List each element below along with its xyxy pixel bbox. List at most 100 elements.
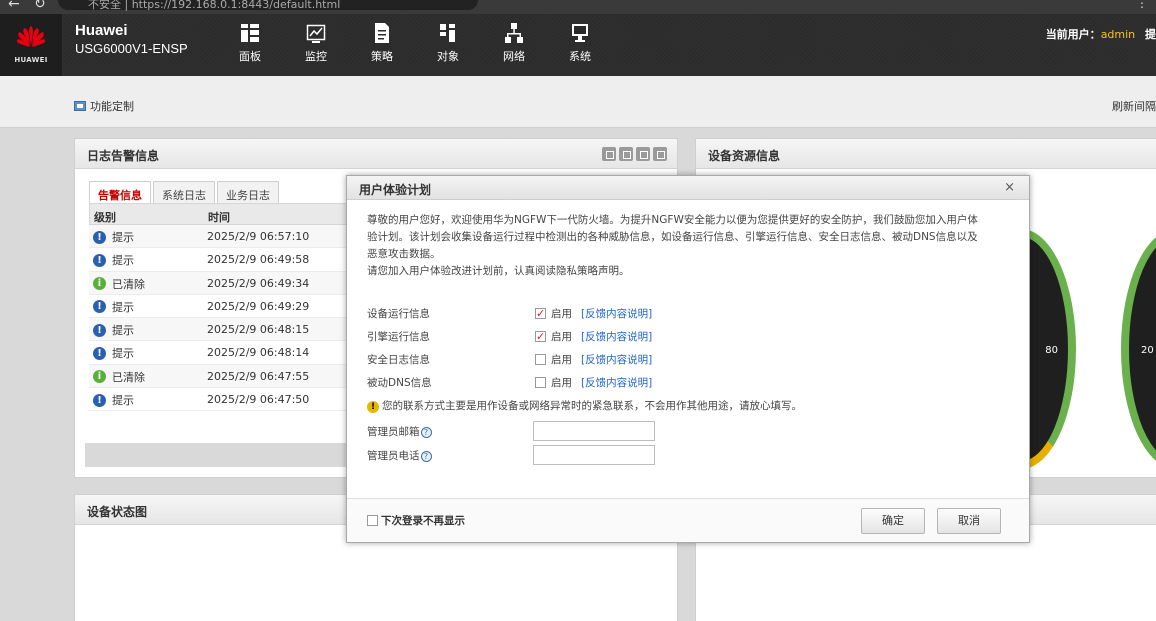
dashboard-icon bbox=[241, 24, 259, 42]
level-cell: ! 提示 bbox=[93, 252, 134, 268]
email-row: 管理员邮箱? bbox=[367, 421, 967, 443]
time-cell: 2025/2/9 06:47:55 bbox=[207, 369, 310, 383]
time-cell: 2025/2/9 06:49:58 bbox=[207, 253, 310, 267]
status-panel-title: 设备状态图 bbox=[87, 505, 148, 519]
time-cell: 2025/2/9 06:57:10 bbox=[207, 230, 310, 243]
level-text: 已清除 bbox=[112, 370, 145, 384]
enable-checkbox[interactable] bbox=[535, 354, 546, 365]
panel-tools bbox=[602, 147, 667, 161]
nav-dashboard[interactable]: 面板 bbox=[230, 22, 270, 64]
phone-label-text: 管理员电话 bbox=[367, 450, 420, 462]
close-icon[interactable]: × bbox=[1004, 180, 1015, 195]
minimize-icon[interactable] bbox=[602, 147, 616, 161]
time-cell: 2025/2/9 06:48:14 bbox=[207, 346, 310, 360]
cancel-button[interactable]: 取消 bbox=[937, 508, 1001, 534]
current-user: 当前用户：admin 提 bbox=[1046, 26, 1156, 42]
refresh-interval-label[interactable]: 刷新间隔 bbox=[1112, 98, 1156, 114]
ok-button[interactable]: 确定 bbox=[861, 508, 925, 534]
gauge-label: 80 bbox=[1045, 345, 1058, 356]
level-cell: ! 提示 bbox=[93, 322, 134, 338]
huawei-logo: HUAWEI bbox=[0, 14, 62, 76]
help-icon[interactable]: ? bbox=[420, 451, 432, 462]
intro-line: 尊敬的用户您好，欢迎使用华为NGFW下一代防火墙。为提升NGFW安全能力以便为您… bbox=[367, 214, 978, 226]
option-label: 被动DNS信息 bbox=[367, 377, 432, 389]
log-panel-title: 日志告警信息 bbox=[87, 149, 160, 163]
intro-line: 验计划。该计划会收集设备运行过程中检测出的各种威胁信息，如设备运行信息、引擎运行… bbox=[367, 231, 978, 243]
dialog-body: 尊敬的用户您好，欢迎使用华为NGFW下一代防火墙。为提升NGFW安全能力以便为您… bbox=[367, 212, 1017, 465]
feedback-details-link[interactable]: [反馈内容说明] bbox=[581, 352, 652, 369]
info-status-icon: ! bbox=[93, 393, 106, 407]
feedback-details-link[interactable]: [反馈内容说明] bbox=[581, 306, 652, 323]
gauge-label: 20 bbox=[1141, 345, 1154, 356]
feedback-option-row: 引擎运行信息 启用 [反馈内容说明] bbox=[367, 327, 967, 347]
browser-menu-icon[interactable]: ⋮ bbox=[1136, 0, 1148, 10]
edit-icon[interactable] bbox=[619, 147, 633, 161]
customize-icon bbox=[74, 101, 86, 111]
option-label: 引擎运行信息 bbox=[367, 331, 430, 343]
enable-label: 启用 bbox=[551, 354, 572, 366]
enable-label: 启用 bbox=[551, 308, 572, 320]
column-time: 时间 bbox=[208, 211, 230, 224]
intro-line: 请您加入用户体验改进计划前，认真阅读隐私策略声明。 bbox=[367, 265, 630, 277]
enable-checkbox[interactable] bbox=[535, 377, 546, 388]
admin-phone-input[interactable] bbox=[533, 445, 655, 465]
option-label: 设备运行信息 bbox=[367, 308, 430, 320]
app-header: HUAWEI Huawei USG6000V1-ENSP 面板 监控 策略 对象… bbox=[0, 14, 1156, 76]
intro-line: 恶意攻击数据。 bbox=[367, 248, 441, 260]
level-text: 提示 bbox=[112, 324, 134, 338]
policy-document-icon bbox=[375, 23, 389, 43]
time-cell: 2025/2/9 06:48:15 bbox=[207, 323, 310, 337]
time-cell: 2025/2/9 06:47:50 bbox=[207, 393, 310, 407]
back-icon[interactable]: ← bbox=[8, 0, 20, 12]
current-user-name[interactable]: admin bbox=[1101, 28, 1135, 41]
feedback-details-link[interactable]: [反馈内容说明] bbox=[581, 329, 652, 346]
huawei-logo-icon bbox=[17, 26, 45, 47]
brand-name: Huawei bbox=[75, 22, 128, 39]
device-model: USG6000V1-ENSP bbox=[75, 41, 188, 56]
column-level: 级别 bbox=[94, 211, 116, 224]
nav-object[interactable]: 对象 bbox=[428, 22, 468, 64]
enable-checkbox[interactable] bbox=[535, 328, 546, 345]
level-cell: i 已清除 bbox=[93, 276, 145, 292]
feedback-details-link[interactable]: [反馈内容说明] bbox=[581, 375, 652, 392]
panel-title: 日志告警信息 bbox=[75, 139, 677, 169]
nav-label: 监控 bbox=[305, 50, 327, 63]
header-extra-link[interactable]: 提 bbox=[1145, 28, 1156, 41]
logo-text: HUAWEI bbox=[14, 56, 48, 64]
network-icon bbox=[505, 23, 523, 43]
sub-toolbar: 功能定制 刷新间隔 bbox=[0, 76, 1156, 128]
help-icon[interactable]: ? bbox=[420, 427, 432, 438]
option-label: 安全日志信息 bbox=[367, 354, 430, 366]
current-user-label: 当前用户： bbox=[1045, 28, 1101, 41]
settings-icon[interactable] bbox=[636, 147, 650, 161]
reload-icon[interactable]: ↻ bbox=[34, 0, 46, 12]
nav-monitor[interactable]: 监控 bbox=[296, 22, 336, 64]
level-text: 已清除 bbox=[112, 277, 145, 291]
close-icon[interactable] bbox=[653, 147, 667, 161]
level-text: 提示 bbox=[112, 394, 134, 408]
monitor-chart-icon bbox=[306, 24, 326, 43]
dont-show-again[interactable]: 下次登录不再显示 bbox=[367, 513, 465, 528]
info-status-icon: ! bbox=[93, 300, 106, 314]
nav-label: 面板 bbox=[239, 50, 261, 63]
level-text: 提示 bbox=[112, 231, 134, 244]
customize-function-link[interactable]: 功能定制 bbox=[74, 98, 134, 114]
dont-show-label: 下次登录不再显示 bbox=[381, 515, 465, 527]
nav-label: 系统 bbox=[569, 50, 591, 63]
nav-system[interactable]: 系统 bbox=[560, 22, 600, 64]
system-monitor-icon bbox=[572, 24, 588, 42]
memory-gauge: 20 bbox=[1121, 229, 1156, 469]
phone-row: 管理员电话? bbox=[367, 445, 967, 467]
contact-note-text: 您的联系方式主要是用作设备或网络异常时的紧急联系，不会用作其他用途，请放心填写。 bbox=[382, 400, 802, 412]
nav-network[interactable]: 网络 bbox=[494, 22, 534, 64]
cleared-status-icon: i bbox=[93, 370, 106, 384]
intro-text: 尊敬的用户您好，欢迎使用华为NGFW下一代防火墙。为提升NGFW安全能力以便为您… bbox=[367, 212, 1017, 280]
product-brand: Huawei USG6000V1-ENSP bbox=[75, 22, 188, 56]
level-cell: i 已清除 bbox=[93, 369, 145, 385]
address-bar[interactable]: 不安全 | https://192.168.0.1:8443/default.h… bbox=[58, 0, 478, 11]
nav-policy[interactable]: 策略 bbox=[362, 22, 402, 64]
dont-show-checkbox[interactable] bbox=[367, 515, 378, 526]
enable-checkbox[interactable] bbox=[535, 305, 546, 322]
warning-icon: ! bbox=[367, 400, 379, 413]
admin-email-input[interactable] bbox=[533, 421, 655, 441]
